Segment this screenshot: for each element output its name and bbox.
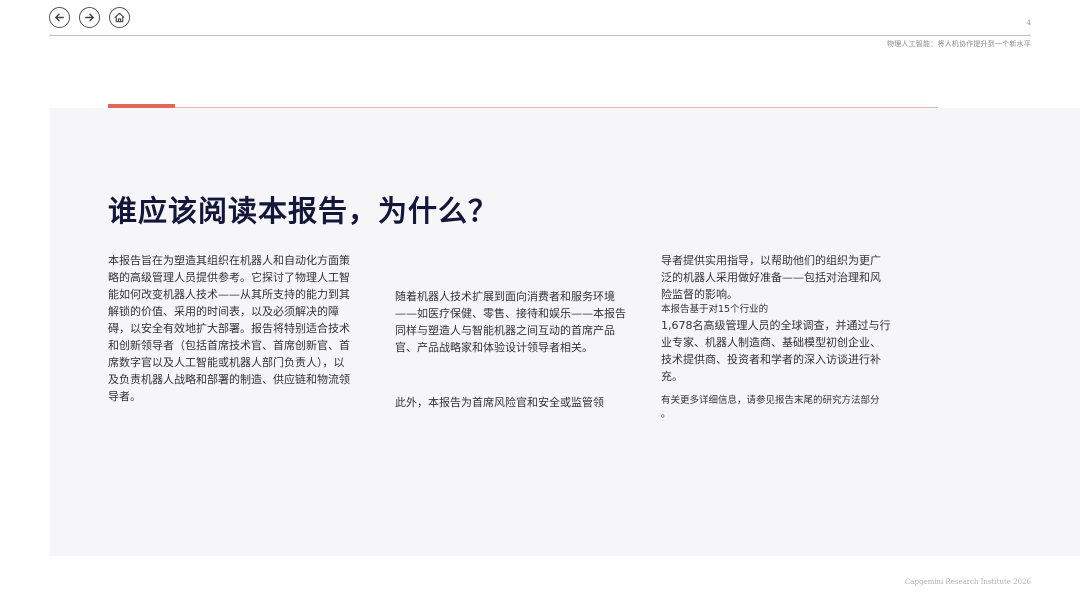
col3-survey-lead: 本报告基于对15个行业的 (661, 304, 769, 315)
col3-intro-paragraph: 导者提供实用指导，以帮助他们的组织为更广泛的机器人采用做好准备——包括对治理和风… (661, 254, 881, 301)
column-2-text: 随着机器人技术扩展到面向消费者和服务环境——如医疗保健、零售、接待和娱乐——本报… (395, 288, 633, 356)
page-number: 4 (1026, 19, 1031, 27)
report-header-title: 物理人工智能：将人机协作提升到一个新水平 (887, 40, 1031, 48)
methodology-note-end: 。 (661, 409, 671, 420)
accent-block (108, 104, 175, 108)
accent-line (108, 107, 938, 108)
col2-risk-paragraph: 此外，本报告为首席风险官和安全或监管领 (395, 396, 604, 409)
back-button[interactable] (49, 7, 70, 28)
column-3-text: 导者提供实用指导，以帮助他们的组织为更广泛的机器人采用做好准备——包括对治理和风… (661, 252, 891, 385)
column-3-note: 有关更多详细信息，请参见报告末尾的研究方法部分 。 (661, 394, 891, 422)
col1-paragraph: 本报告旨在为塑造其组织在机器人和自动化方面策略的高级管理人员提供参考。它探讨了物… (108, 254, 350, 403)
nav-buttons (49, 7, 130, 28)
page-headline: 谁应该阅读本报告，为什么？ (108, 194, 499, 228)
home-icon (114, 12, 125, 23)
col3-survey-paragraph: 1,678名高级管理人员的全球调查，并通过与行业专家、机器人制造商、基础模型初创… (661, 319, 891, 383)
col2-paragraph: 随着机器人技术扩展到面向消费者和服务环境——如医疗保健、零售、接待和娱乐——本报… (395, 290, 626, 354)
column-2-continued: 此外，本报告为首席风险官和安全或监管领 (395, 394, 633, 411)
header-divider (49, 35, 1031, 36)
forward-button[interactable] (79, 7, 100, 28)
arrow-left-icon (55, 13, 64, 22)
footer-source: Capgemini Research Institute 2026 (904, 578, 1031, 586)
home-button[interactable] (109, 7, 130, 28)
methodology-note: 有关更多详细信息，请参见报告末尾的研究方法部分 (661, 395, 880, 406)
column-1-text: 本报告旨在为塑造其组织在机器人和自动化方面策略的高级管理人员提供参考。它探讨了物… (108, 252, 354, 405)
arrow-right-icon (85, 13, 94, 22)
